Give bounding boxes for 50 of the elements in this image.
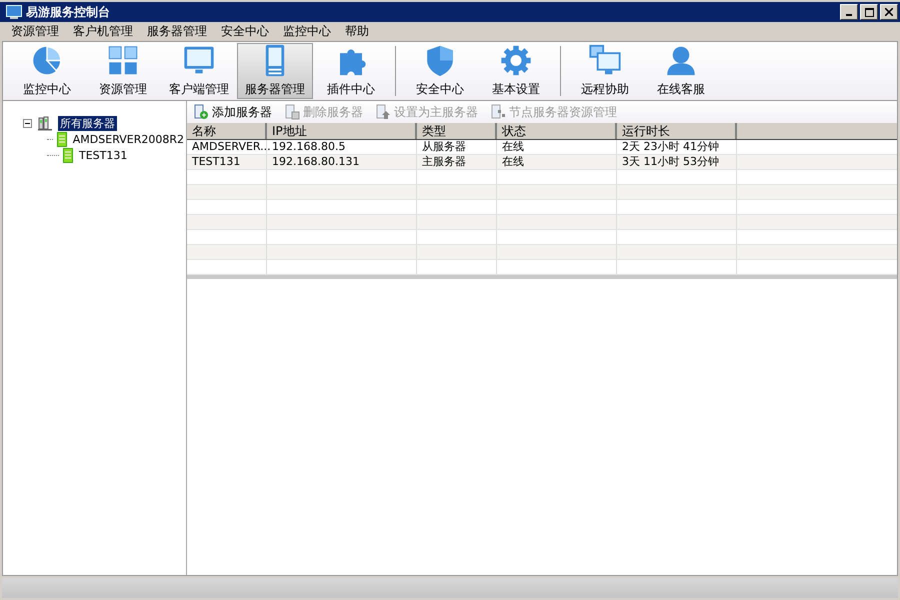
column-header[interactable]: IP地址 xyxy=(267,123,417,139)
menu-item[interactable]: 客户机管理 xyxy=(66,23,140,40)
tree-item[interactable]: TEST131 xyxy=(77,148,130,162)
toolbar-button[interactable]: 远程协助 xyxy=(567,43,643,99)
toolbar-button[interactable]: 服务器管理 xyxy=(237,43,313,99)
monitors-icon xyxy=(587,44,623,77)
toolbar-button[interactable]: 安全中心 xyxy=(402,43,478,99)
server-up-icon xyxy=(375,104,391,120)
table-cell: 192.168.80.5 xyxy=(267,140,417,154)
monitor-icon xyxy=(6,5,22,19)
tree-item[interactable]: AMDSERVER2008R2 xyxy=(70,132,186,146)
toolbar-button[interactable]: 基本设置 xyxy=(478,43,554,99)
table-cell: 192.168.80.131 xyxy=(267,155,417,169)
table-cell: 在线 xyxy=(497,155,617,169)
close-icon xyxy=(885,8,893,16)
table-cell: 3天 11小时 53分钟 xyxy=(617,155,737,169)
table-cell: 从服务器 xyxy=(417,140,497,154)
toolbar-action[interactable]: 添加服务器 xyxy=(193,104,272,120)
server-remove-icon xyxy=(284,104,300,120)
server-group-icon xyxy=(37,115,53,131)
table-cell: 在线 xyxy=(497,140,617,154)
table-cell: TEST131 xyxy=(187,155,267,169)
toolbar-button[interactable]: 在线客服 xyxy=(643,43,719,99)
server-icon xyxy=(63,148,73,162)
window-title: 易游服务控制台 xyxy=(26,4,110,20)
tree-item[interactable]: 所有服务器 xyxy=(58,116,117,130)
column-header[interactable]: 类型 xyxy=(417,123,497,139)
table-cell: 主服务器 xyxy=(417,155,497,169)
table-cell: 2天 23小时 41分钟 xyxy=(617,140,737,154)
table-cell: AMDSERVER... xyxy=(187,140,267,154)
minimize-button[interactable] xyxy=(840,4,858,20)
collapse-toggle[interactable] xyxy=(23,118,32,128)
toolbar-button[interactable]: 资源管理 xyxy=(85,43,161,99)
column-header[interactable]: 名称 xyxy=(187,123,267,139)
toolbar-button[interactable]: 客户端管理 xyxy=(161,43,237,99)
menu-item[interactable]: 安全中心 xyxy=(214,23,276,40)
maximize-button[interactable] xyxy=(860,4,878,20)
server-node-icon xyxy=(490,104,506,120)
toolbar-button[interactable]: 监控中心 xyxy=(9,43,85,99)
column-header[interactable]: 状态 xyxy=(497,123,617,139)
server-icon xyxy=(56,132,67,146)
maximize-icon xyxy=(864,8,874,16)
menu-item[interactable]: 监控中心 xyxy=(276,23,338,40)
menu-item[interactable]: 服务器管理 xyxy=(140,23,214,40)
menu-item[interactable]: 资源管理 xyxy=(4,23,66,40)
menu-item[interactable]: 帮助 xyxy=(338,23,376,40)
server-add-icon xyxy=(193,104,209,120)
close-button[interactable] xyxy=(880,4,898,20)
column-header[interactable]: 运行时长 xyxy=(617,123,737,139)
toolbar-button[interactable]: 插件中心 xyxy=(313,43,389,99)
